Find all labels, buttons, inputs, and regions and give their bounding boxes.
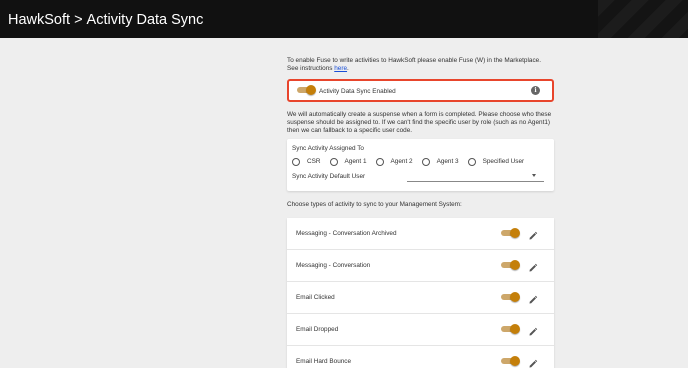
activity-row: Email Dropped	[287, 314, 554, 346]
intro-suffix: .	[347, 65, 349, 72]
radio-circle-icon[interactable]	[421, 157, 430, 166]
activity-toggle[interactable]	[501, 260, 520, 270]
activity-row: Messaging - Conversation Archived	[287, 218, 554, 250]
default-user-label: Sync Activity Default User	[292, 173, 366, 180]
app-name: HawkSoft	[8, 12, 71, 28]
suspense-description: We will automatically create a suspense …	[287, 111, 552, 134]
radio-option[interactable]: CSR	[292, 157, 321, 166]
app-header: HawkSoft > Activity Data Sync	[0, 0, 688, 38]
info-icon[interactable]: i	[531, 86, 540, 95]
activity-toggle[interactable]	[501, 324, 520, 334]
radio-option[interactable]: Agent 2	[375, 157, 413, 166]
activity-sync-label: Activity Data Sync Enabled	[319, 88, 396, 95]
radio-option[interactable]: Agent 1	[329, 157, 367, 166]
radio-circle-icon[interactable]	[467, 157, 476, 166]
radio-circle-icon[interactable]	[329, 157, 338, 166]
activity-label: Messaging - Conversation	[296, 262, 371, 269]
assign-card: Sync Activity Assigned To CSR Agent 1 Agen…	[287, 139, 554, 191]
default-user-select[interactable]	[407, 171, 544, 182]
intro-text: To enable Fuse to write activities to Ha…	[287, 57, 554, 73]
toggle-knob	[510, 324, 520, 334]
page-name: Activity Data Sync	[86, 12, 204, 28]
radio-option-label: Specified User	[482, 158, 525, 165]
assign-title: Sync Activity Assigned To	[292, 145, 364, 152]
activity-toggle[interactable]	[501, 356, 520, 366]
radio-option[interactable]: Agent 3	[421, 157, 459, 166]
activity-label: Messaging - Conversation Archived	[296, 230, 397, 237]
pencil-icon[interactable]	[528, 324, 538, 336]
activity-label: Email Dropped	[296, 326, 339, 333]
toggle-knob	[510, 292, 520, 302]
activity-types-label: Choose types of activity to sync to your…	[287, 201, 462, 208]
radio-option-label: Agent 2	[390, 158, 413, 165]
toggle-knob	[510, 356, 520, 366]
activity-sync-toggle[interactable]	[297, 85, 316, 95]
activity-label: Email Hard Bounce	[296, 358, 352, 365]
radio-option[interactable]: Specified User	[467, 157, 525, 166]
radio-circle-icon[interactable]	[292, 157, 300, 166]
header-decoration	[598, 0, 688, 38]
radio-option-label: CSR	[307, 158, 321, 165]
activity-label: Email Clicked	[296, 294, 335, 301]
assign-radio-group: CSR Agent 1 Agent 2 Agent 3 Specified User	[292, 157, 533, 166]
pencil-icon[interactable]	[528, 356, 538, 368]
activity-toggle[interactable]	[501, 228, 520, 238]
toggle-knob	[510, 228, 520, 238]
chevron-down-icon	[532, 174, 536, 177]
radio-option-label: Agent 1	[344, 158, 367, 165]
radio-option-label: Agent 3	[436, 158, 459, 165]
activity-row: Email Clicked	[287, 282, 554, 314]
activity-row: Messaging - Conversation	[287, 250, 554, 282]
instructions-link[interactable]: here	[334, 65, 347, 72]
radio-circle-icon[interactable]	[375, 157, 384, 166]
pencil-icon[interactable]	[528, 260, 538, 272]
activity-toggle[interactable]	[501, 292, 520, 302]
intro-message: To enable Fuse to write activities to Ha…	[287, 57, 541, 72]
page-title: HawkSoft > Activity Data Sync	[8, 12, 203, 28]
toggle-knob	[306, 85, 316, 95]
activity-row: Email Hard Bounce	[287, 346, 554, 368]
pencil-icon[interactable]	[528, 228, 538, 240]
activity-sync-enabled-box: Activity Data Sync Enabled i	[287, 79, 554, 102]
pencil-icon[interactable]	[528, 292, 538, 304]
activity-list: Messaging - Conversation Archived Messagi…	[287, 218, 554, 368]
toggle-knob	[510, 260, 520, 270]
breadcrumb-separator: >	[74, 12, 83, 28]
